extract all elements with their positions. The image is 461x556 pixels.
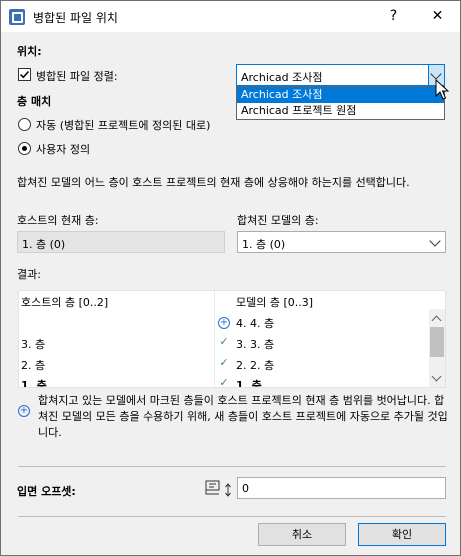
model-story-cell: 1. 층 (236, 379, 262, 388)
dialog-title: 병합된 파일 위치 (33, 11, 118, 25)
info-icon: + (18, 405, 30, 417)
match-check-icon: ✓ (219, 335, 229, 348)
close-button[interactable]: ✕ (415, 1, 460, 32)
story-match-section-label: 층 매치 (17, 95, 52, 108)
scroll-up-icon[interactable] (431, 315, 442, 326)
host-story-cell: 1. 층 (21, 379, 47, 388)
result-label: 결과: (17, 268, 41, 281)
align-option-project-origin[interactable]: Archicad 프로젝트 원점 (237, 103, 444, 119)
host-story-field: 1. 층 (0) (17, 231, 225, 253)
host-column-header: 호스트의 층 [0..2] (21, 296, 109, 309)
story-match-description: 합쳐진 모델의 어느 층이 호스트 프로젝트의 현재 층에 상응해야 하는지를 … (17, 176, 410, 189)
divider (18, 516, 446, 517)
scroll-down-icon[interactable] (431, 371, 442, 382)
scroll-thumb[interactable] (430, 327, 444, 357)
chevron-down-icon (430, 68, 442, 80)
add-story-icon: + (218, 317, 230, 329)
radio-custom[interactable] (18, 142, 31, 155)
app-icon (9, 9, 25, 25)
chevron-down-icon (429, 235, 441, 247)
radio-auto[interactable] (18, 118, 31, 131)
match-check-icon: ✓ (219, 356, 229, 369)
align-checkbox-label: 병합된 파일 정렬: (36, 70, 118, 83)
elevation-offset-value: 0 (242, 482, 249, 495)
model-column-header: 모델의 층 [0..3] (236, 296, 314, 309)
merged-story-select[interactable]: 1. 층 (0) (237, 231, 446, 253)
ok-button[interactable]: 확인 (358, 523, 446, 546)
position-section-label: 위치: (17, 45, 42, 58)
host-story-cell: 3. 층 (21, 338, 46, 351)
cancel-button[interactable]: 취소 (258, 523, 346, 546)
model-story-cell: 2. 2. 층 (236, 359, 275, 372)
elevation-offset-icon (205, 480, 231, 497)
radio-auto-label: 자동 (병합된 프로젝트에 정의된 대로) (36, 119, 211, 132)
align-dropdown-list: Archicad 조사점 Archicad 프로젝트 원점 (236, 86, 445, 120)
match-check-icon: ✓ (219, 376, 229, 388)
model-story-cell: 4. 4. 층 (236, 317, 275, 330)
host-story-label: 호스트의 현재 층: (17, 214, 99, 227)
list-scrollbar[interactable] (429, 309, 445, 387)
align-select-value: Archicad 조사점 (241, 71, 323, 84)
info-message: 합쳐지고 있는 모델에서 마크된 층들이 호스트 프로젝트의 현재 층 범위를 … (38, 394, 448, 439)
host-story-cell: 2. 층 (21, 359, 46, 372)
mouse-cursor-icon (435, 79, 449, 100)
help-button[interactable]: ? (371, 1, 416, 32)
align-option-survey-point[interactable]: Archicad 조사점 (237, 87, 444, 103)
merged-story-label: 합쳐진 모델의 층: (237, 214, 319, 227)
checkmark-icon (19, 70, 30, 79)
merged-story-value: 1. 층 (0) (242, 238, 286, 251)
merged-file-position-dialog: 병합된 파일 위치 ? ✕ 위치: 병합된 파일 정렬: Archicad 조사… (0, 0, 461, 556)
result-list[interactable]: 호스트의 층 [0..2] 모델의 층 [0..3] + 4. 4. 층 3. … (18, 290, 446, 388)
title-bar: 병합된 파일 위치 ? ✕ (1, 1, 460, 32)
align-select[interactable]: Archicad 조사점 (236, 64, 445, 86)
align-checkbox[interactable] (18, 68, 31, 81)
radio-custom-label: 사용자 정의 (36, 143, 91, 156)
column-divider (214, 291, 215, 387)
elevation-offset-input[interactable]: 0 (237, 477, 446, 499)
divider (18, 466, 446, 467)
model-story-cell: 3. 3. 층 (236, 338, 275, 351)
host-story-value: 1. 층 (0) (22, 238, 66, 251)
elevation-offset-label: 입면 오프셋: (17, 485, 76, 498)
